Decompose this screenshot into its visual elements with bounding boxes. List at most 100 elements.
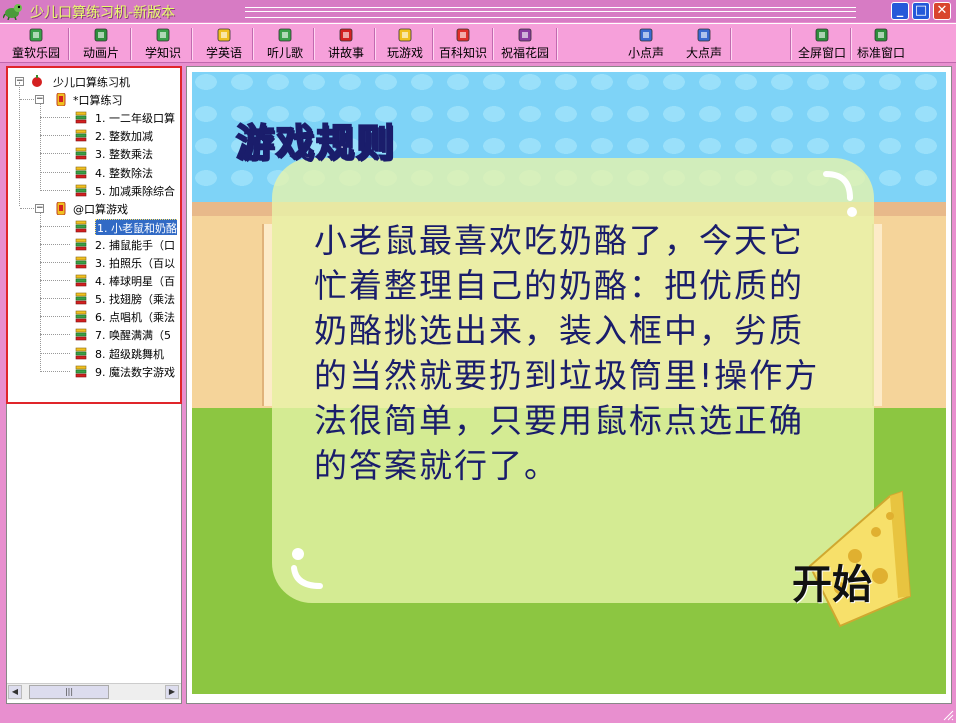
tree-item-label: 7. 唤醒满满（5 [95, 329, 171, 343]
tree-group-practice[interactable]: − *口算练习 [7, 91, 177, 108]
quiz-icon [75, 256, 87, 269]
abc-icon [217, 28, 231, 42]
tree-item-label: 5. 加减乘除综合 [95, 184, 175, 198]
toolbar-button-book[interactable]: 学知识 [134, 26, 192, 62]
tree-item-label: 2. 捕鼠能手（口 [95, 238, 175, 252]
tree-group-label: @口算游戏 [73, 202, 128, 216]
quiz-icon [75, 148, 87, 160]
toolbar-button-fullscreen[interactable]: 全屏窗口 [793, 26, 851, 62]
resize-grip-icon[interactable] [942, 709, 954, 721]
quiz-icon [75, 365, 87, 377]
toolbar-button-label: 大点声 [685, 46, 722, 60]
tree-line [40, 212, 41, 372]
tree-item[interactable]: 2. 整数加减 [7, 127, 177, 144]
toolbar-button-volume-up[interactable]: 大点声 [678, 26, 730, 62]
tree-line [40, 262, 70, 263]
scroll-thumb[interactable]: ||| [29, 685, 109, 699]
quiz-icon [75, 129, 87, 142]
tree-line [40, 243, 70, 245]
minimize-button[interactable]: _ [891, 2, 909, 20]
collapse-group-icon[interactable]: − [35, 95, 44, 105]
book-stack-icon [56, 201, 66, 215]
tree-item[interactable]: 6. 点唱机（乘法 [7, 308, 177, 325]
toolbar-button-abc[interactable]: 学英语 [195, 26, 253, 62]
toolbar-button-film[interactable]: 动画片 [72, 26, 130, 62]
tree-item[interactable]: 3. 整数乘法 [7, 145, 177, 162]
toolbar-button-label: 祝福花园 [500, 46, 549, 60]
quiz-icon [75, 220, 87, 233]
home-icon [29, 28, 43, 42]
toolbar: 童软乐园 动画片 学知识 学英语 听儿歌 讲故事 玩游戏 百科知识 祝福花园 小点声 大点声 全屏窗口… [0, 23, 956, 63]
tree-line [40, 352, 70, 354]
song-icon [278, 28, 292, 42]
toolbar-button-label: 标准窗口 [856, 46, 905, 60]
tree-item[interactable]: 9. 魔法数字游戏 [7, 363, 177, 380]
book-icon [156, 28, 170, 42]
game-icon [398, 28, 412, 42]
status-bar [0, 707, 956, 723]
close-button[interactable]: ✕ [933, 2, 951, 20]
toolbar-button-window[interactable]: 标准窗口 [852, 26, 910, 62]
toolbar-button-song[interactable]: 听儿歌 [256, 26, 314, 62]
tree-line [40, 316, 70, 318]
toolbar-separator [492, 28, 494, 60]
tree-item[interactable]: 3. 拍照乐（百以 [7, 254, 177, 271]
tree-line [40, 280, 70, 282]
tree-item[interactable]: 5. 找翅膀（乘法 [7, 290, 177, 307]
start-button[interactable]: 开始 [792, 552, 872, 610]
tree-line [20, 207, 34, 209]
tree-line [40, 153, 70, 155]
toolbar-button-encyclopedia[interactable]: 百科知识 [434, 26, 492, 62]
tree-item-label: 4. 整数除法 [95, 166, 153, 180]
tree-line [40, 117, 70, 119]
collapse-group-icon[interactable]: − [35, 203, 44, 213]
scroll-left-icon[interactable]: ◀ [8, 685, 22, 699]
toolbar-button-game[interactable]: 玩游戏 [378, 26, 432, 62]
apple-icon [32, 75, 42, 87]
rules-title: 游戏规则 [235, 120, 397, 166]
tree-item[interactable]: 1. 一二年级口算 [7, 109, 177, 126]
quiz-icon [75, 310, 87, 323]
tree-item[interactable]: 5. 加减乘除综合 [7, 182, 177, 199]
tree-item[interactable]: 4. 棒球明星（百 [7, 272, 177, 289]
tree-root[interactable]: − 少儿口算练习机 [7, 73, 177, 90]
volume-down-icon [639, 28, 653, 42]
volume-up-icon [697, 28, 711, 42]
gloss-bottom-icon [291, 548, 323, 589]
toolbar-button-home[interactable]: 童软乐园 [4, 26, 68, 62]
tree-item[interactable]: 7. 唤醒满满（5 [7, 326, 177, 343]
quiz-icon [75, 329, 87, 341]
tree-line [40, 104, 41, 191]
quiz-icon [75, 292, 87, 305]
tree-item[interactable]: 4. 整数除法 [7, 164, 177, 181]
horizontal-scrollbar[interactable]: ◀ ||| ▶ [7, 683, 181, 700]
toolbar-separator [730, 28, 732, 60]
tree-item-label: 1. 小老鼠和奶酪 [95, 218, 177, 235]
tree-line [20, 99, 34, 101]
game-canvas: 游戏规则 小老鼠最喜欢吃奶酪了，今天它忙着整理自己的奶酪：把优质的奶酪挑选出来，… [192, 72, 946, 694]
toolbar-button-volume-down[interactable]: 小点声 [620, 26, 672, 62]
toolbar-separator [556, 28, 558, 60]
scroll-right-icon[interactable]: ▶ [165, 685, 179, 699]
tree-item[interactable]: 8. 超级跳舞机 [7, 345, 177, 362]
tree-group-games[interactable]: − @口算游戏 [7, 200, 177, 217]
tree-item-label: 6. 点唱机（乘法 [95, 311, 175, 325]
title-bar: 少儿口算练习机-新版本 _ □ ✕ [0, 0, 956, 22]
quiz-icon [75, 184, 87, 196]
toolbar-button-garden[interactable]: 祝福花园 [496, 26, 554, 62]
tree-item-label: 9. 魔法数字游戏 [95, 365, 175, 379]
toolbar-button-label: 小点声 [627, 46, 664, 60]
tree-item-label: 4. 棒球明星（百 [95, 275, 175, 289]
tree-item[interactable]: 2. 捕鼠能手（口 [7, 236, 177, 253]
tree-line [40, 334, 70, 336]
rules-text: 小老鼠最喜欢吃奶酪了，今天它忙着整理自己的奶酪：把优质的奶酪挑选出来，装入框中，… [314, 221, 820, 485]
tree-item-label: 3. 整数乘法 [95, 148, 153, 162]
tree-item[interactable]: 1. 小老鼠和奶酪 [7, 218, 177, 235]
toolbar-separator [790, 28, 792, 60]
tree-item-label: 2. 整数加减 [95, 130, 153, 144]
toolbar-button-label: 全屏窗口 [797, 46, 846, 60]
tree-item-label: 5. 找翅膀（乘法 [95, 293, 175, 307]
toolbar-button-story[interactable]: 讲故事 [317, 26, 375, 62]
maximize-button[interactable]: □ [912, 2, 930, 20]
tree-group-label: *口算练习 [73, 94, 123, 108]
